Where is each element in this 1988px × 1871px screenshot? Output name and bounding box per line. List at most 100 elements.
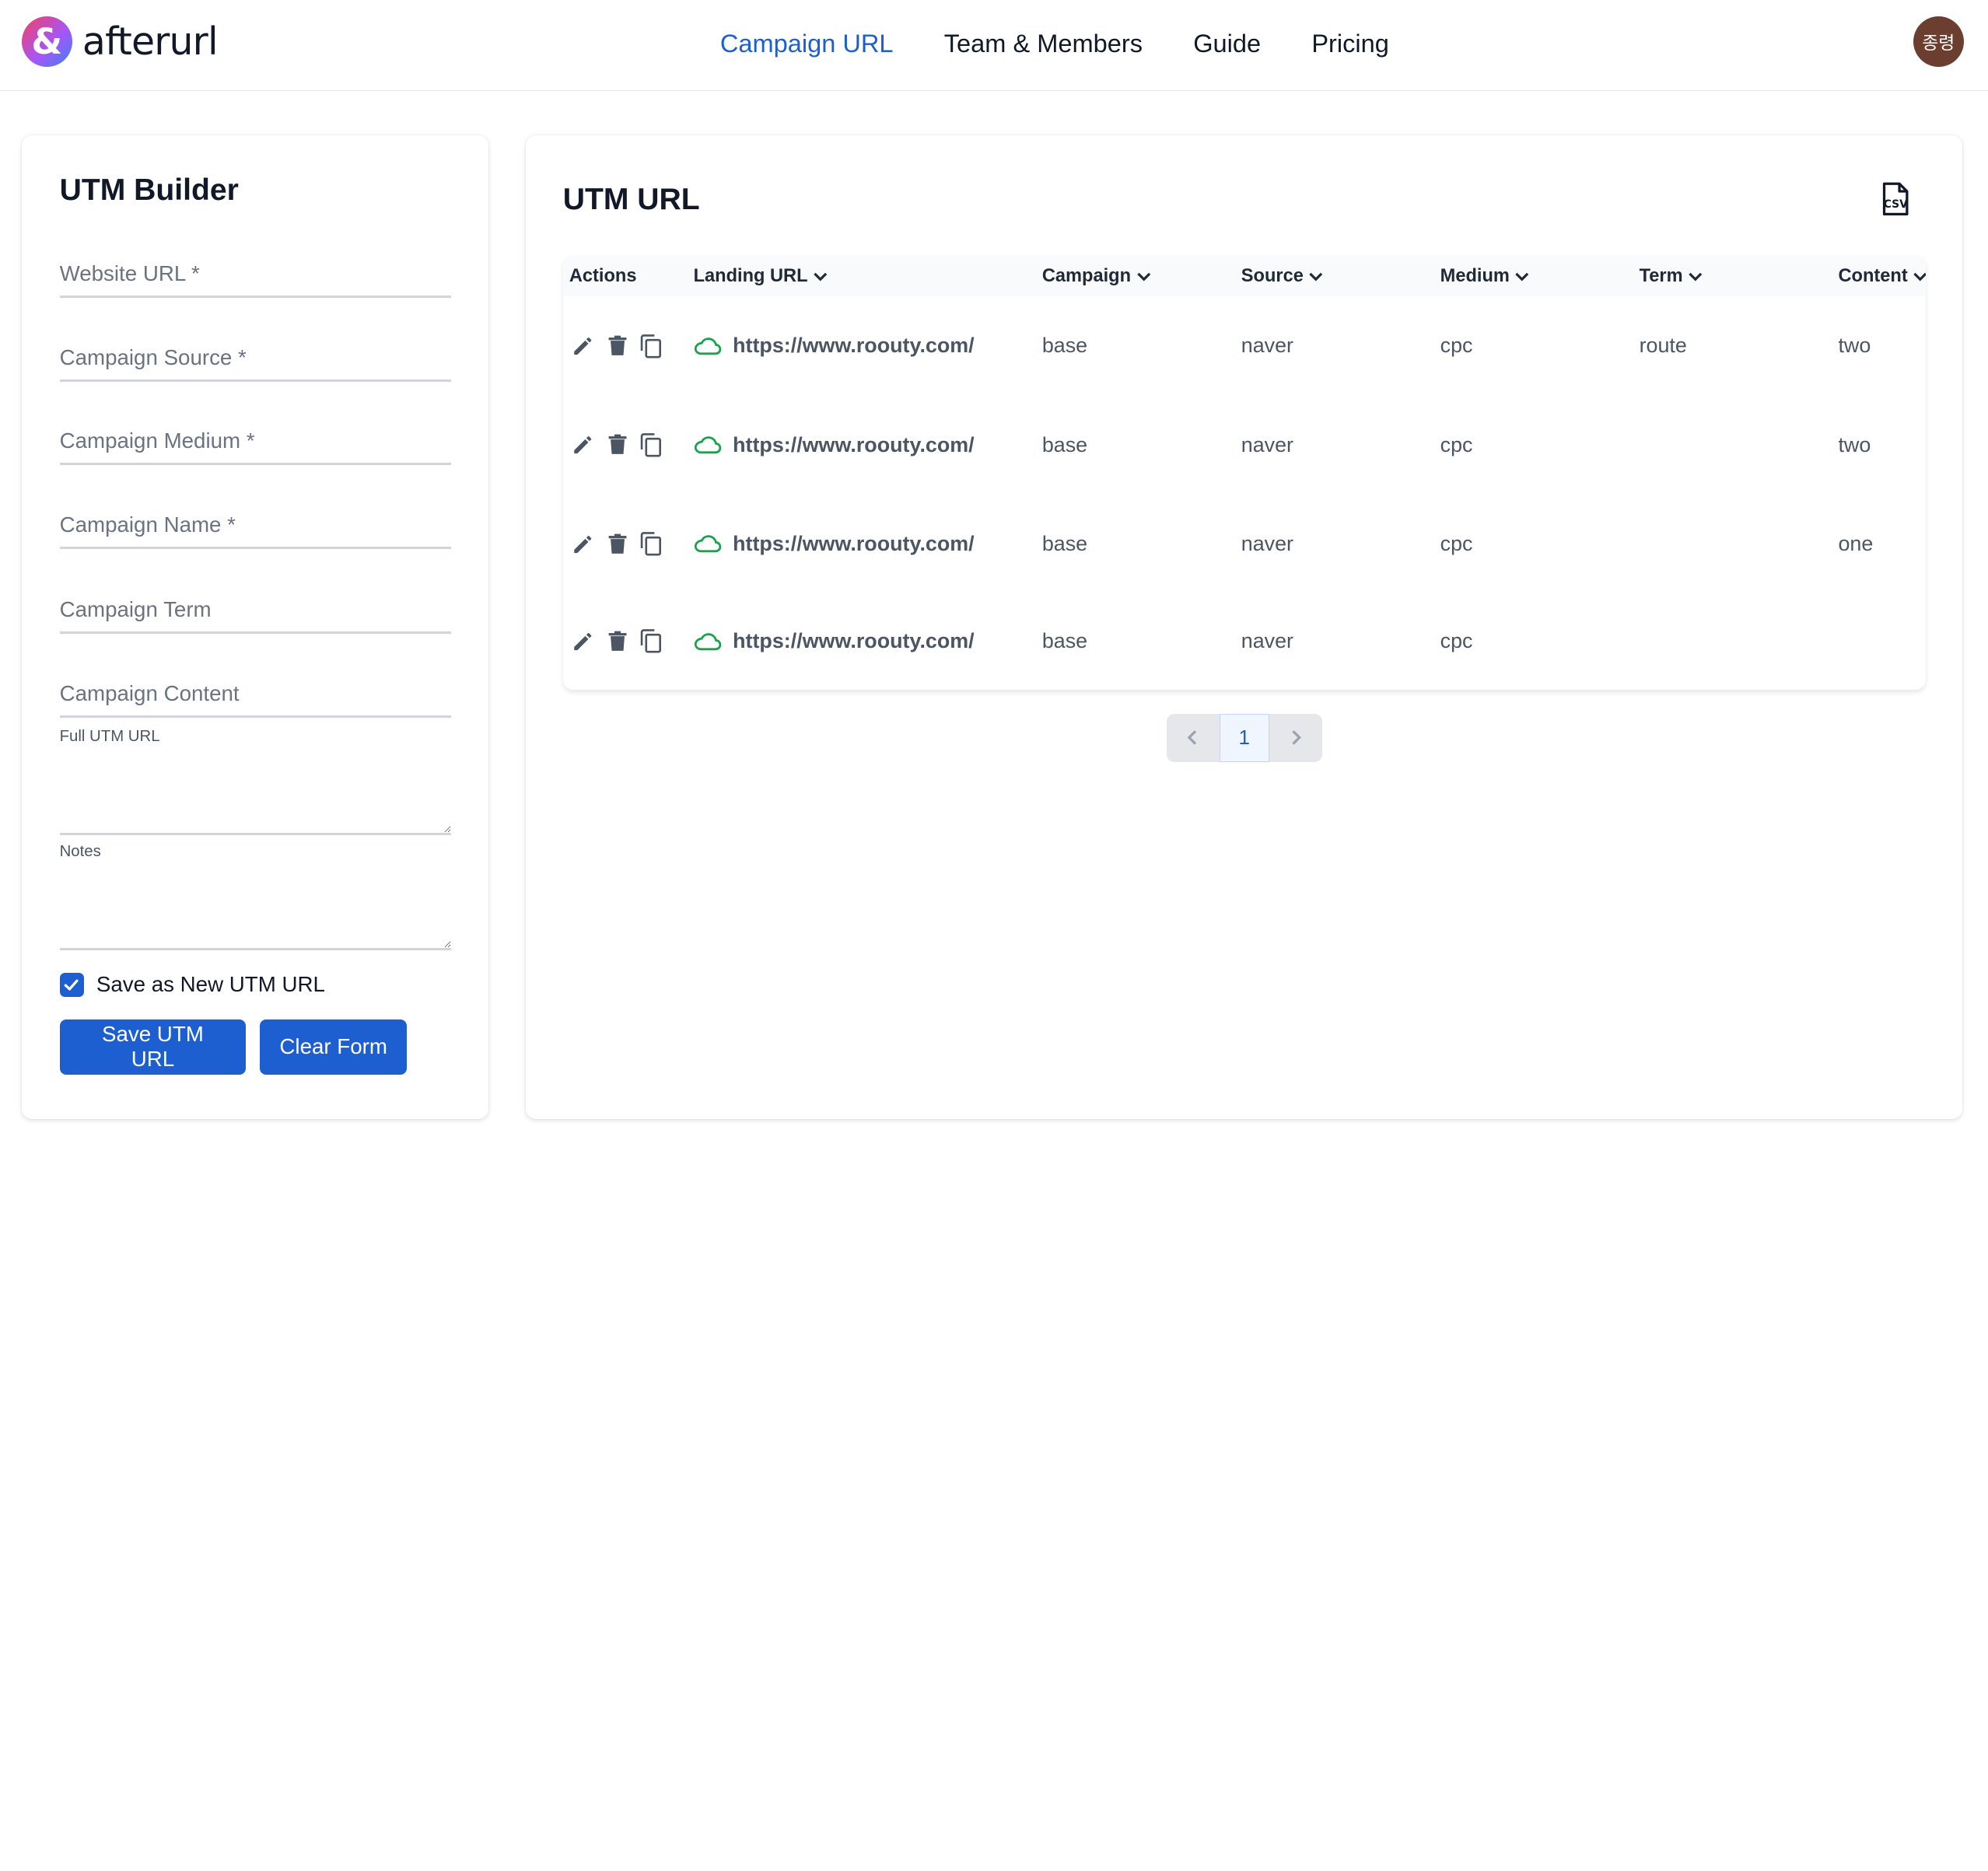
landing-url-cell[interactable]: https://www.roouty.com/ (694, 592, 975, 690)
table-row: https://www.roouty.com/ base naver cpc t… (563, 396, 1926, 495)
main-nav: Campaign URL Team & Members Guide Pricin… (720, 26, 1389, 61)
copy-icon[interactable] (639, 531, 664, 557)
delete-trash-icon[interactable] (604, 531, 630, 557)
row-actions (570, 296, 664, 395)
utm-table: Actions Landing URL Campaign Source Medi… (562, 256, 1926, 690)
chevron-left-icon (1187, 730, 1197, 745)
edit-pencil-icon[interactable] (570, 531, 596, 557)
website-url-field (59, 252, 452, 299)
landing-url-text: https://www.roouty.com/ (733, 432, 975, 456)
column-source[interactable]: Source (1241, 256, 1324, 296)
nav-team-members[interactable]: Team & Members (944, 26, 1143, 61)
copy-icon[interactable] (639, 628, 664, 654)
row-actions (570, 495, 664, 593)
campaign-term-input[interactable] (59, 588, 452, 631)
medium-cell: cpc (1440, 531, 1473, 555)
source-cell: naver (1241, 629, 1293, 653)
nav-guide[interactable]: Guide (1193, 26, 1261, 61)
user-avatar[interactable]: 종령 (1913, 16, 1964, 68)
save-utm-url-button[interactable]: Save UTM URL (59, 1019, 247, 1075)
chevron-down-icon (1689, 272, 1703, 282)
campaign-medium-input[interactable] (59, 419, 452, 463)
brand-logo[interactable]: & afterurl (21, 16, 219, 68)
copy-icon[interactable] (639, 334, 664, 359)
campaign-name-input[interactable] (59, 503, 452, 547)
save-as-new-checkbox[interactable] (59, 972, 84, 997)
utm-url-title: UTM URL (562, 182, 700, 216)
page-number-button[interactable]: 1 (1220, 713, 1269, 762)
nav-campaign-url[interactable]: Campaign URL (720, 26, 894, 61)
website-url-input[interactable] (59, 252, 452, 296)
campaign-cell: base (1041, 629, 1088, 653)
utm-url-panel: UTM URL CSV Actions Landing URL Campaign… (526, 135, 1963, 1120)
campaign-source-input[interactable] (59, 335, 452, 379)
column-medium[interactable]: Medium (1440, 256, 1530, 296)
landing-url-cell[interactable]: https://www.roouty.com/ (694, 296, 975, 395)
full-utm-url-label: Full UTM URL (59, 727, 160, 745)
landing-url-cell[interactable]: https://www.roouty.com/ (694, 396, 975, 495)
landing-url-text: https://www.roouty.com/ (733, 334, 975, 358)
campaign-term-field (59, 588, 452, 634)
nav-pricing[interactable]: Pricing (1311, 26, 1389, 61)
utm-builder-title: UTM Builder (59, 173, 239, 208)
medium-cell: cpc (1440, 432, 1473, 456)
content-cell: two (1838, 334, 1871, 358)
row-actions (570, 396, 664, 495)
csv-file-icon[interactable]: CSV (1879, 181, 1912, 217)
chevron-down-icon (1515, 272, 1529, 282)
table-row: https://www.roouty.com/ base naver cpc o… (563, 495, 1926, 593)
campaign-cell: base (1041, 432, 1088, 456)
column-actions: Actions (569, 266, 637, 287)
delete-trash-icon[interactable] (604, 628, 630, 654)
landing-url-cell[interactable]: https://www.roouty.com/ (694, 495, 975, 593)
column-landing-url[interactable]: Landing URL (694, 256, 828, 296)
column-term[interactable]: Term (1640, 256, 1703, 296)
table-row: https://www.roouty.com/ base naver cpc r… (563, 296, 1926, 395)
cloud-icon (694, 632, 721, 650)
delete-trash-icon[interactable] (604, 432, 630, 458)
chevron-down-icon (1913, 272, 1926, 282)
column-campaign[interactable]: Campaign (1042, 256, 1151, 296)
source-cell: naver (1241, 432, 1293, 456)
campaign-cell: base (1041, 334, 1088, 358)
row-actions (570, 592, 664, 690)
pagination: 1 (1166, 713, 1323, 762)
campaign-name-field (59, 503, 452, 549)
clear-form-button[interactable]: Clear Form (260, 1019, 408, 1075)
chevron-down-icon (814, 272, 828, 282)
svg-text:CSV: CSV (1883, 198, 1907, 211)
source-cell: naver (1241, 334, 1293, 358)
chevron-down-icon (1136, 272, 1150, 282)
cloud-icon (694, 337, 721, 355)
landing-url-text: https://www.roouty.com/ (733, 629, 975, 653)
notes-textarea[interactable] (59, 864, 452, 951)
cloud-icon (694, 535, 721, 553)
campaign-medium-field (59, 419, 452, 466)
edit-pencil-icon[interactable] (570, 432, 596, 458)
delete-trash-icon[interactable] (604, 334, 630, 359)
edit-pencil-icon[interactable] (570, 334, 596, 359)
notes-label: Notes (59, 842, 101, 860)
save-as-new-option[interactable]: Save as New UTM URL (59, 972, 325, 997)
campaign-content-field (59, 671, 452, 718)
utm-builder-panel: UTM Builder Full UTM URL Notes Save as N… (21, 135, 488, 1120)
table-row: https://www.roouty.com/ base naver cpc (563, 592, 1926, 690)
brand-name: afterurl (82, 19, 219, 65)
cloud-icon (694, 436, 721, 454)
chevron-right-icon (1292, 730, 1302, 745)
campaign-content-input[interactable] (59, 671, 452, 715)
column-content[interactable]: Content (1838, 256, 1926, 296)
content-cell: two (1838, 432, 1871, 456)
full-utm-url-textarea[interactable] (59, 749, 452, 836)
medium-cell: cpc (1440, 629, 1473, 653)
next-page-button[interactable] (1269, 713, 1323, 762)
landing-url-text: https://www.roouty.com/ (733, 531, 975, 555)
previous-page-button[interactable] (1166, 713, 1220, 762)
medium-cell: cpc (1440, 334, 1473, 358)
source-cell: naver (1241, 531, 1293, 555)
edit-pencil-icon[interactable] (570, 628, 596, 654)
campaign-cell: base (1041, 531, 1088, 555)
app-page: & afterurl Campaign URL Team & Members G… (0, 0, 1988, 1147)
copy-icon[interactable] (639, 432, 664, 458)
checkmark-icon (65, 979, 79, 991)
